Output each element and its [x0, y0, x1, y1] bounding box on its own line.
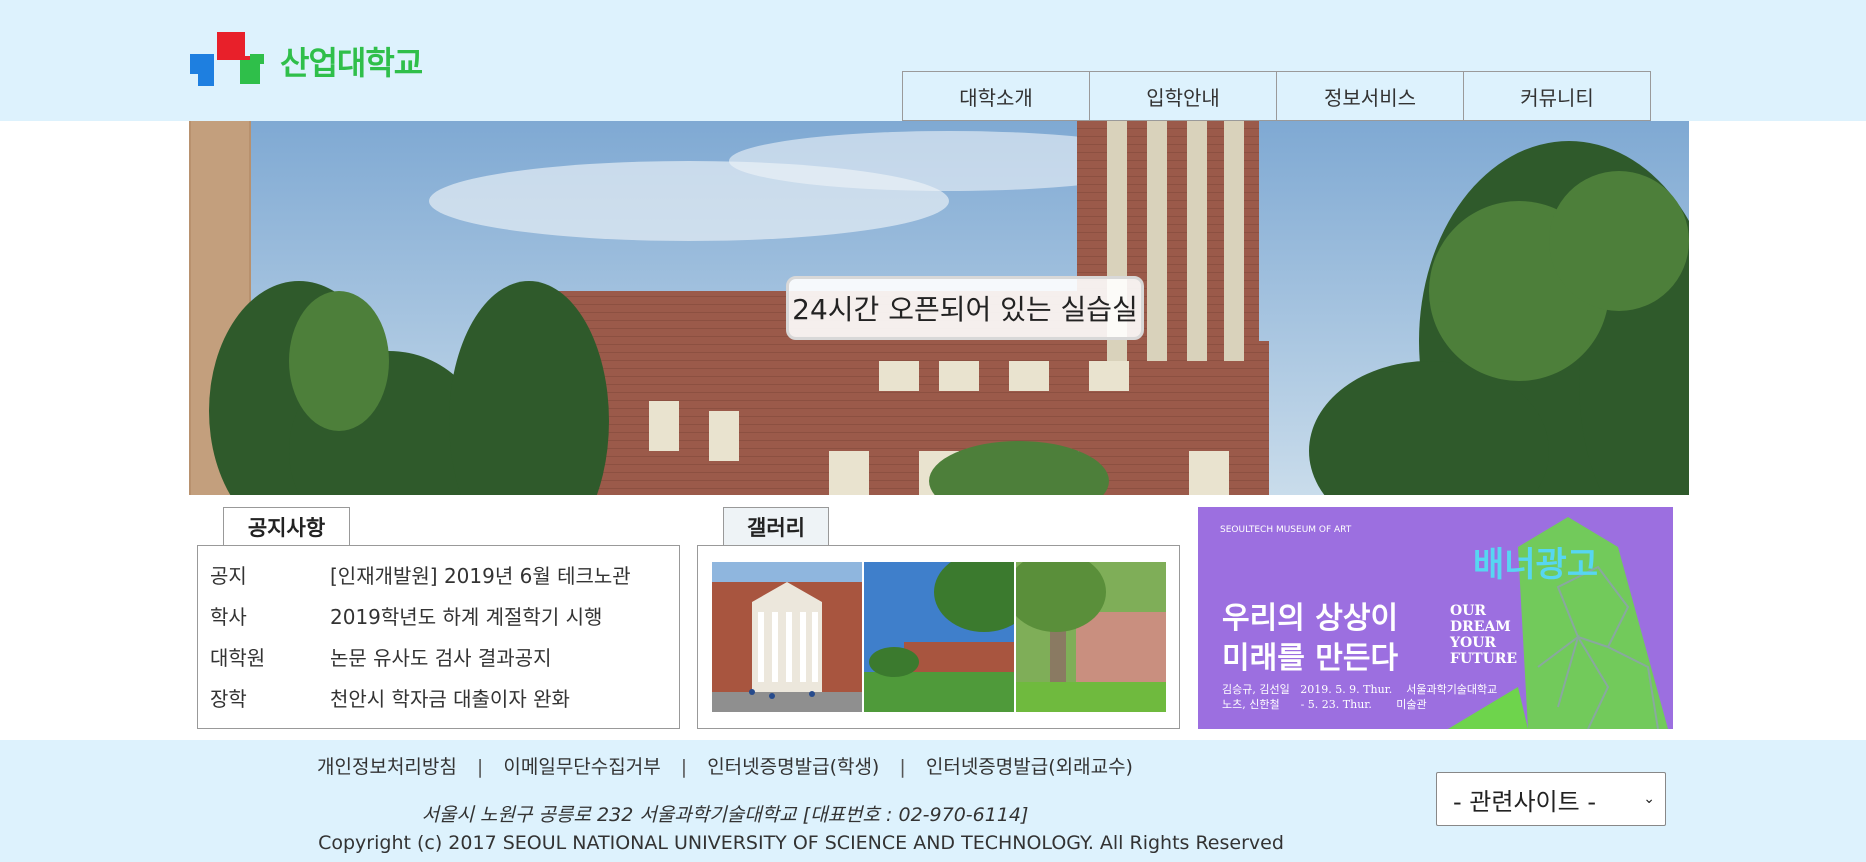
gallery-panel: [697, 545, 1180, 729]
banner-headline-line2: 미래를 만든다: [1222, 641, 1399, 676]
footer-separator: |: [899, 756, 906, 778]
footer-copyright: Copyright (c) 2017 SEOUL NATIONAL UNIVER…: [318, 832, 1284, 854]
footer-link-certificate-lecturer[interactable]: 인터넷증명발급(외래교수): [926, 756, 1133, 778]
tab-gallery[interactable]: 갤러리: [723, 507, 829, 545]
footer-link-email-refusal[interactable]: 이메일무단수집거부: [503, 756, 660, 778]
gallery-thumbnail[interactable]: [864, 562, 1014, 712]
banner-details: 김승규, 김선일 2019. 5. 9. Thur. 서울과학기술대학교 노츠,…: [1222, 683, 1498, 711]
related-sites-select[interactable]: - 관련사이트 - ⌄: [1436, 772, 1666, 826]
notice-title[interactable]: 2019학년도 하계 계절학기 시행: [330, 601, 602, 630]
footer-link-certificate-student[interactable]: 인터넷증명발급(학생): [707, 756, 879, 778]
footer-address: 서울시 노원구 공릉로 232 서울과학기술대학교 [대표번호 : 02-970…: [421, 804, 1029, 826]
notice-title[interactable]: 논문 유사도 검사 결과공지: [330, 642, 551, 671]
related-sites-value: - 관련사이트 -: [1453, 787, 1596, 816]
gallery-thumbnail[interactable]: [712, 562, 862, 712]
nav-item-community[interactable]: 커뮤니티: [1463, 71, 1651, 121]
banner-english-word: FUTURE: [1450, 651, 1518, 667]
notice-category: 학사: [210, 605, 247, 629]
nav-item-info-service[interactable]: 정보서비스: [1276, 71, 1463, 121]
logo-mark-icon: [190, 32, 264, 86]
footer-separator: |: [680, 756, 688, 778]
notice-title[interactable]: [인재개발원] 2019년 6월 테크노관: [330, 560, 631, 589]
notice-category: 공지: [210, 564, 247, 588]
nav-item-admission[interactable]: 입학안내: [1089, 71, 1276, 121]
hero-caption: 24시간 오픈되어 있는 실습실: [786, 276, 1144, 340]
ad-banner[interactable]: SEOULTECH MUSEUM OF ART 배너광고 우리의 상상이 미래를…: [1198, 507, 1673, 729]
banner-english: OUR DREAM YOUR FUTURE: [1450, 603, 1517, 667]
banner-headline: 우리의 상상이 미래를 만든다: [1222, 599, 1398, 679]
banner-museum-name: SEOULTECH MUSEUM OF ART: [1220, 525, 1352, 535]
banner-headline-line1: 우리의 상상이: [1222, 601, 1399, 636]
notice-category: 장학: [210, 687, 247, 711]
chevron-down-icon: ⌄: [1643, 791, 1655, 807]
site-header: 산업대학교 대학소개 입학안내 정보서비스 커뮤니티: [0, 0, 1866, 121]
banner-english-word: DREAM: [1450, 619, 1511, 635]
brand-name[interactable]: 산업대학교: [280, 38, 423, 84]
banner-english-word: YOUR: [1450, 635, 1497, 651]
footer-link-privacy[interactable]: 개인정보처리방침: [317, 756, 457, 778]
notice-category: 대학원: [210, 646, 266, 670]
notice-title[interactable]: 천안시 학자금 대출이자 완화: [330, 683, 570, 712]
tab-notice[interactable]: 공지사항: [223, 507, 350, 545]
hero-banner: 24시간 오픈되어 있는 실습실: [189, 121, 1689, 495]
notice-list: 공지 [인재개발원] 2019년 6월 테크노관 학사 2019학년도 하계 계…: [197, 545, 680, 729]
gallery-thumbnail[interactable]: [1016, 562, 1166, 712]
footer-separator: |: [476, 756, 484, 778]
banner-label: 배너광고: [1473, 545, 1599, 585]
footer-links: 개인정보처리방침 | 이메일무단수집거부 | 인터넷증명발급(학생) | 인터넷…: [0, 752, 1450, 779]
main-nav: 대학소개 입학안내 정보서비스 커뮤니티: [902, 71, 1651, 121]
nav-item-about[interactable]: 대학소개: [902, 71, 1089, 121]
banner-english-word: OUR: [1450, 603, 1487, 619]
